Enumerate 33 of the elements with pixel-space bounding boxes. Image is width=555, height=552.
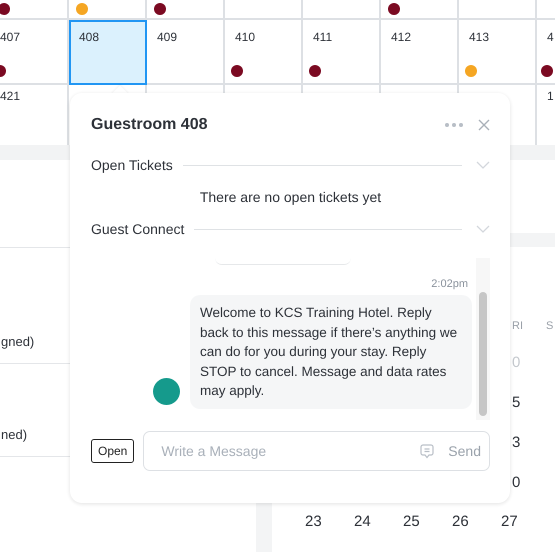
room-cell[interactable]: 409 bbox=[147, 20, 225, 85]
calendar-day[interactable]: 26 bbox=[452, 512, 501, 530]
message-bubble: Welcome to KCS Training Hotel. Reply back to this message if there’s anything we can do for you during your stay. Reply STOP to cancel. Message and data rates may apply. bbox=[190, 295, 472, 408]
room-cell[interactable]: 408 bbox=[69, 20, 147, 85]
empty-message: There are no open tickets yet bbox=[198, 188, 382, 207]
calendar-day[interactable]: 27 bbox=[501, 512, 550, 530]
room-cell[interactable]: 413 bbox=[459, 20, 537, 85]
more-icon[interactable] bbox=[444, 122, 464, 128]
section-title[interactable]: Open Tickets bbox=[91, 157, 173, 173]
chevron-icon[interactable] bbox=[476, 161, 490, 169]
message-icon[interactable] bbox=[420, 444, 434, 458]
calendar-day[interactable]: 23 bbox=[305, 512, 354, 530]
weekday-label: RI bbox=[512, 320, 524, 332]
chevron-icon[interactable] bbox=[476, 225, 490, 233]
scrollbar[interactable] bbox=[476, 258, 490, 420]
calendar-day[interactable]: 0 bbox=[512, 474, 546, 490]
popover-title: Guestroom 408 bbox=[91, 116, 208, 134]
list-item-text: gned) bbox=[1, 334, 34, 349]
list-item-text: ned) bbox=[1, 427, 28, 442]
room-cell[interactable]: 407 bbox=[0, 20, 69, 85]
room-cell[interactable]: 411 bbox=[303, 20, 381, 85]
room-cell[interactable]: 412 bbox=[381, 20, 459, 85]
section-title[interactable]: Guest Connect bbox=[91, 221, 184, 237]
close-icon[interactable] bbox=[478, 119, 490, 131]
room-cell[interactable]: 410 bbox=[225, 20, 303, 85]
calendar-day[interactable]: 25 bbox=[403, 512, 452, 530]
open-button[interactable]: Open bbox=[91, 439, 134, 463]
message-time: 2:02pm bbox=[430, 278, 469, 290]
room-cell[interactable]: 421 bbox=[0, 85, 69, 145]
calendar-day[interactable]: 5 bbox=[512, 394, 546, 410]
calendar-day[interactable]: 3 bbox=[512, 434, 546, 450]
calendar-day[interactable]: 24 bbox=[354, 512, 403, 530]
weekday-label: S bbox=[546, 320, 554, 332]
